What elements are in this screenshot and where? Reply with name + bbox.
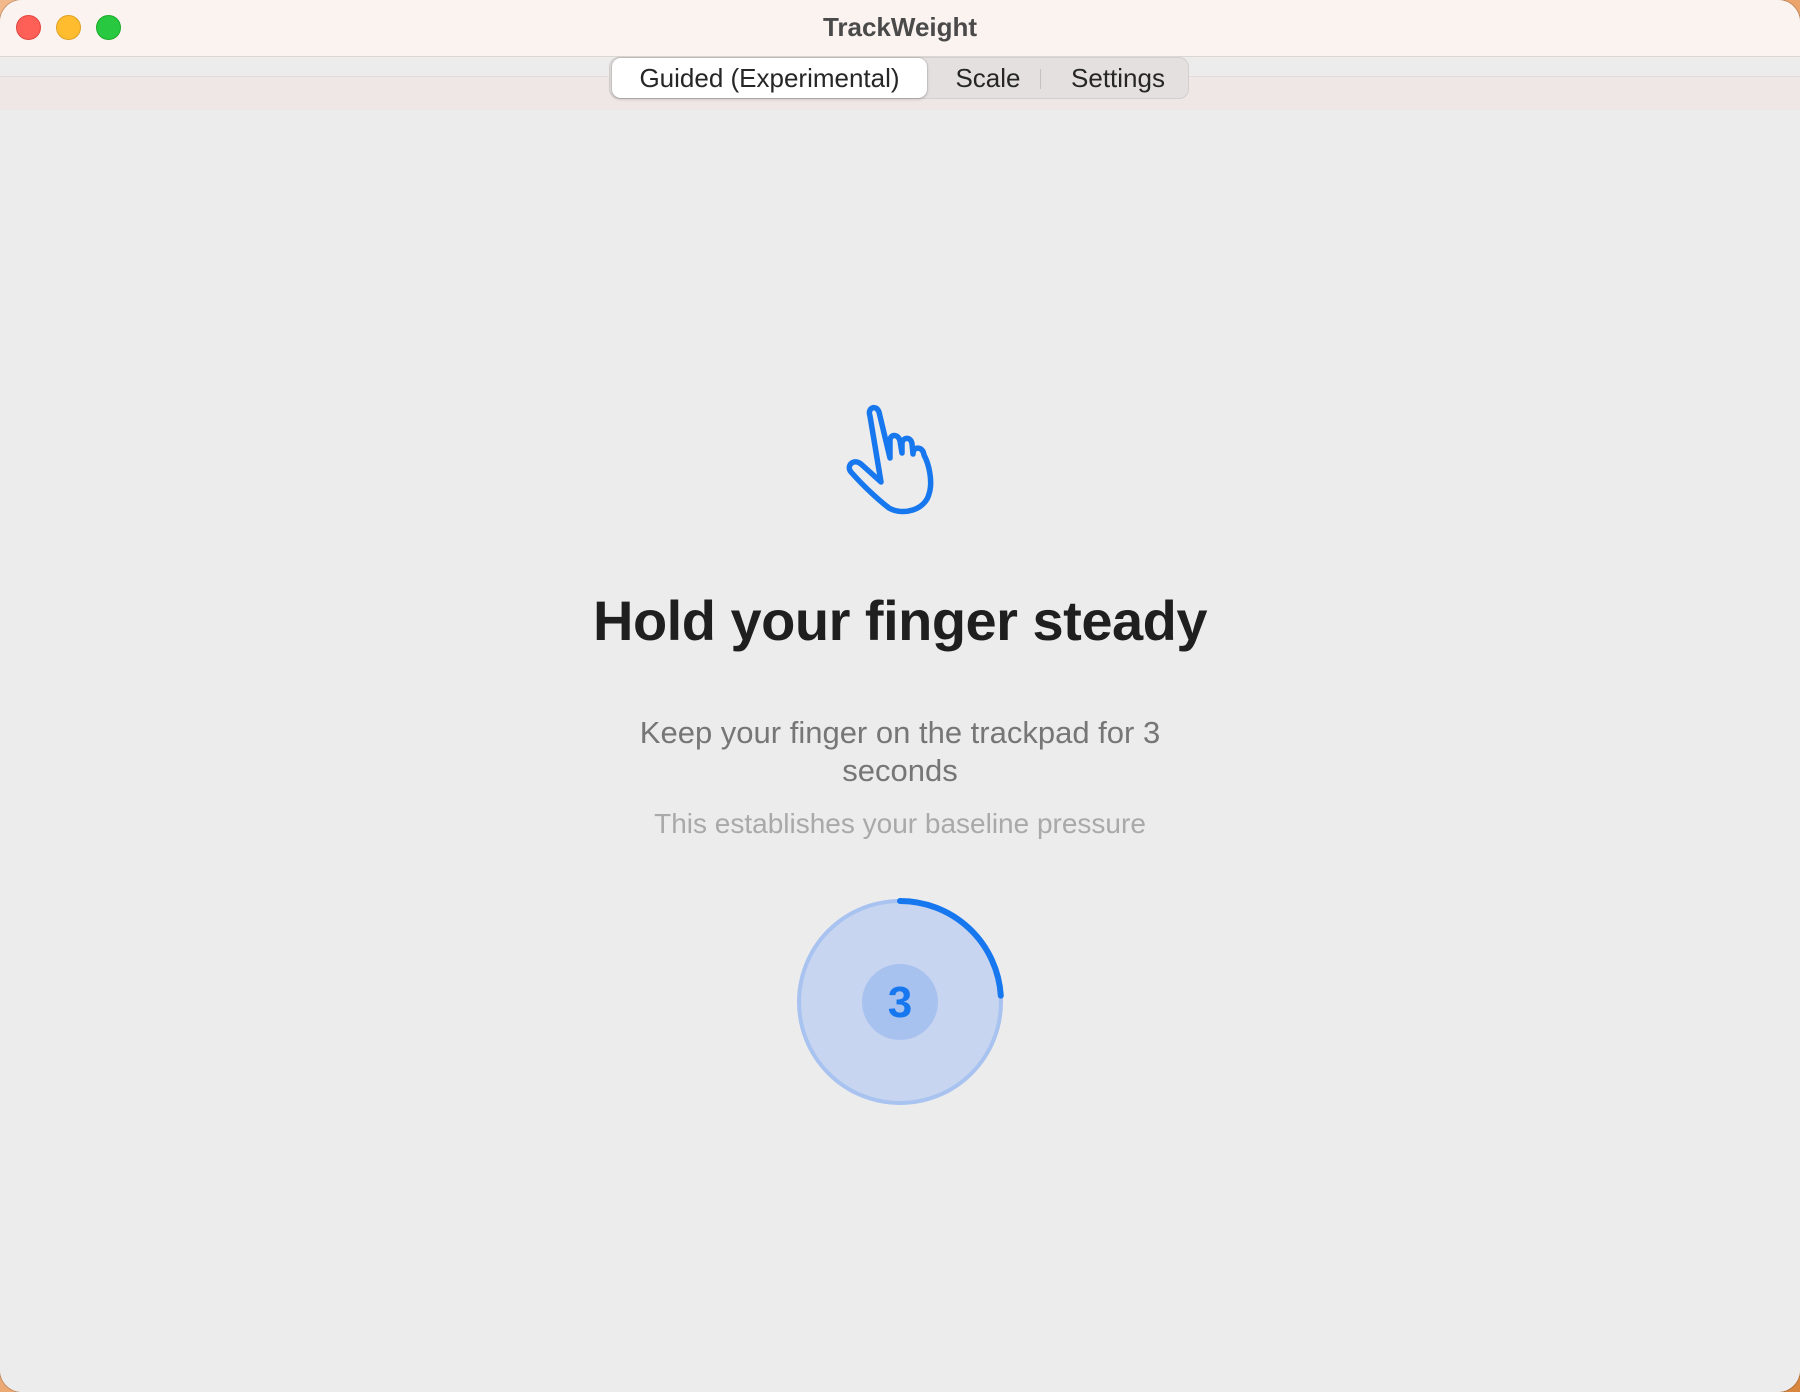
tab-guided[interactable]: Guided (Experimental) [612, 58, 927, 98]
countdown-number: 3 [887, 978, 913, 1027]
instruction-text: Keep your finger on the trackpad for 3 s… [639, 715, 1161, 788]
hint-text: This establishes your baseline pressure [654, 808, 1146, 839]
tab-divider [1040, 69, 1041, 89]
tab-scale[interactable]: Scale [928, 58, 1048, 98]
page-headline: Hold your finger steady [593, 589, 1207, 652]
tab-segmented-control: Guided (Experimental) Scale Settings [609, 57, 1189, 99]
window-title: TrackWeight [822, 12, 978, 42]
app-window: TrackWeight Guided (Experimental) Scale … [0, 0, 1800, 1392]
hand-point-up-icon [846, 404, 934, 515]
title-bar: TrackWeight [0, 0, 1800, 57]
tab-settings[interactable]: Settings [1050, 58, 1186, 98]
